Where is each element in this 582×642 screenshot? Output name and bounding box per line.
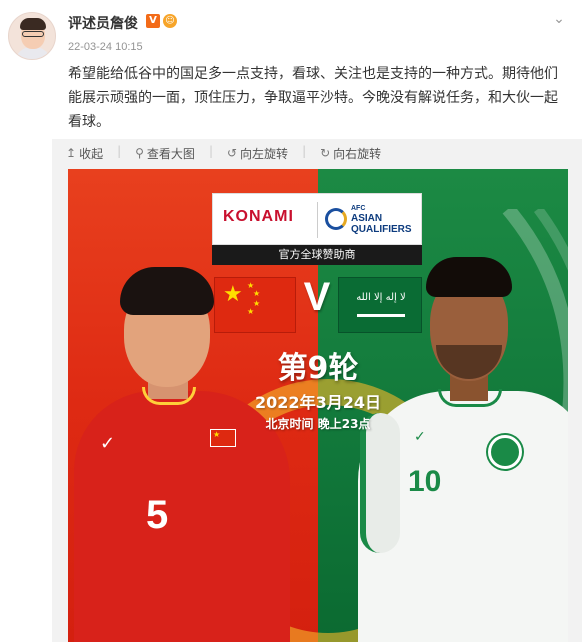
afc-small-label: AFC — [351, 205, 366, 212]
china-jersey-number: 5 — [146, 493, 169, 537]
verified-badge: V — [146, 14, 160, 28]
saudi-player-hair — [426, 257, 512, 297]
konami-logo: KONAMI — [223, 208, 294, 225]
chevron-down-icon[interactable]: ⌄ — [550, 10, 568, 28]
toolbar-divider: | — [208, 144, 213, 158]
image-viewer: ↥ 收起 | ⚲ 查看大图 | ↺ 向左旋转 | ↻ 向右旋转 ✓ ★ 5 ✓ … — [52, 139, 582, 642]
post-timestamp[interactable]: 22-03-24 10:15 — [68, 41, 143, 53]
saudi-crest-icon — [488, 435, 522, 469]
match-round: 第9轮 — [277, 351, 359, 386]
afc-logo: AFC ASIAN QUALIFIERS — [325, 204, 415, 238]
view-large-label: 查看大图 — [146, 146, 195, 161]
rotate-right-button[interactable]: ↻ 向右旋转 — [320, 144, 381, 162]
china-flag-patch-icon: ★ — [210, 429, 236, 447]
magnifier-icon: ⚲ — [135, 146, 144, 160]
nike-swoosh-icon: ✓ — [414, 429, 426, 445]
nike-swoosh-icon: ✓ — [100, 433, 116, 454]
rotate-right-icon: ↻ — [320, 146, 331, 160]
saudi-player-beard — [436, 345, 502, 379]
avatar-glasses — [22, 31, 44, 37]
arrow-up-icon: ↥ — [66, 146, 77, 160]
flag-star-icon: ★ — [253, 289, 261, 298]
afc-emblem-icon — [325, 208, 347, 230]
avatar[interactable] — [8, 12, 56, 60]
rotate-right-label: 向右旋转 — [333, 146, 382, 161]
view-large-button[interactable]: ⚲ 查看大图 — [135, 144, 195, 162]
flag-star-icon: ★ — [223, 282, 243, 307]
rotate-left-icon: ↺ — [226, 146, 238, 160]
saudi-jersey-number: 10 — [408, 465, 442, 498]
versus-mark: V — [303, 275, 331, 319]
medal-badge-icon: ☺ — [163, 14, 177, 28]
sponsor-logo-box: KONAMI AFC ASIAN QUALIFIERS — [212, 193, 422, 245]
flag-star-icon: ★ — [247, 307, 255, 316]
china-flag: ★ ★ ★ ★ ★ — [214, 277, 296, 333]
match-time: 北京时间 晚上23点 — [265, 417, 371, 431]
saudi-jersey-sleeve — [360, 413, 400, 553]
toolbar-divider: | — [117, 144, 122, 158]
afc-line2: QUALIFIERS — [351, 224, 412, 235]
post-text: 希望能给低谷中的国足多一点支持，看球、关注也是支持的一种方式。期待他们能展示顽强… — [68, 66, 558, 130]
collapse-button[interactable]: ↥ 收起 — [66, 144, 103, 162]
saudi-flag-script: لا إله إلا الله — [356, 292, 406, 303]
rotate-left-button[interactable]: ↺ 向左旋转 — [227, 144, 288, 162]
collapse-label: 收起 — [79, 146, 104, 161]
author-name[interactable]: 评述员詹俊 — [68, 13, 138, 33]
saudi-jersey-collar — [438, 389, 502, 407]
sponsor-divider — [317, 202, 318, 238]
saudi-flag: لا إله إلا الله — [338, 277, 422, 333]
afc-text: AFC ASIAN QUALIFIERS — [351, 204, 412, 235]
match-date: 2022年3月24日 — [255, 393, 381, 412]
rotate-left-label: 向左旋转 — [240, 146, 289, 161]
image-toolbar: ↥ 收起 | ⚲ 查看大图 | ↺ 向左旋转 | ↻ 向右旋转 — [66, 144, 381, 162]
saudi-flag-sword-icon — [357, 314, 405, 317]
afc-line1: ASIAN — [351, 213, 383, 224]
avatar-hair — [20, 18, 46, 30]
flag-star-icon: ★ — [253, 299, 261, 308]
toolbar-divider: | — [302, 144, 307, 158]
match-poster-image[interactable]: ✓ ★ 5 ✓ 10 KONAMI AFC ASIAN QUALIFIERS 官… — [68, 169, 568, 642]
sponsor-caption: 官方全球赞助商 — [212, 245, 422, 265]
china-player-hair — [120, 267, 214, 315]
